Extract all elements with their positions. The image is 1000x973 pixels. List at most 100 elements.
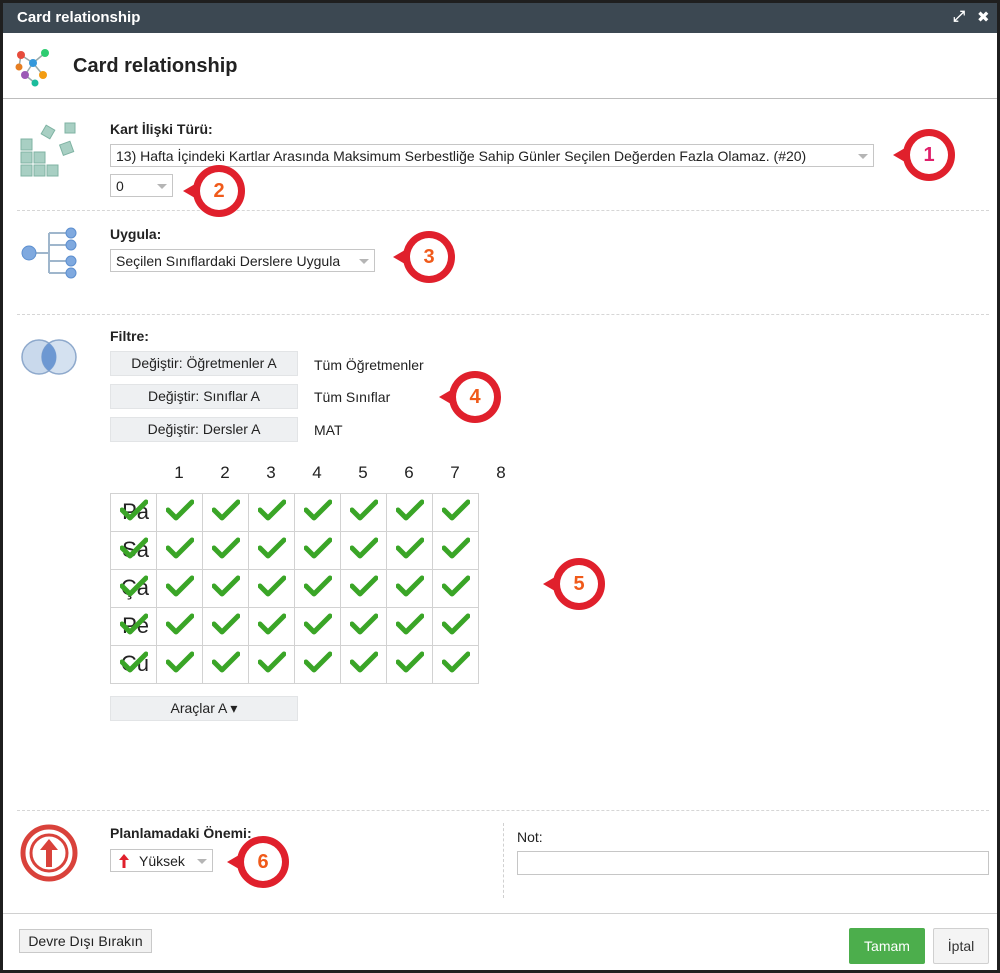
grid-cell[interactable] bbox=[248, 531, 295, 570]
checkmark-icon bbox=[395, 651, 424, 673]
note-label: Not: bbox=[517, 829, 543, 845]
relation-value-select[interactable]: 0 bbox=[110, 174, 173, 197]
grid-cell[interactable] bbox=[294, 645, 341, 684]
callout-number: 5 bbox=[560, 565, 598, 603]
callout-number: 3 bbox=[410, 238, 448, 276]
grid-cell[interactable] bbox=[340, 569, 387, 608]
callout-number: 2 bbox=[200, 172, 238, 210]
grid-cell[interactable] bbox=[156, 607, 203, 646]
callout-pointer bbox=[543, 577, 555, 591]
checkmark-icon bbox=[211, 613, 240, 635]
filter-label: Filtre: bbox=[110, 328, 149, 344]
checkmark-icon bbox=[257, 651, 286, 673]
ok-button[interactable]: Tamam bbox=[849, 928, 925, 964]
checkmark-icon bbox=[395, 537, 424, 559]
grid-cell[interactable] bbox=[156, 645, 203, 684]
checkmark-icon bbox=[165, 575, 194, 597]
arrow-up-icon bbox=[20, 824, 78, 882]
checkmark-icon bbox=[119, 537, 148, 559]
arrow-up-icon bbox=[119, 854, 129, 868]
grid-cell[interactable] bbox=[386, 531, 433, 570]
grid-column-header: 2 bbox=[220, 463, 230, 482]
grid-cell[interactable] bbox=[202, 531, 249, 570]
grid-cell[interactable] bbox=[340, 607, 387, 646]
grid-cell[interactable] bbox=[432, 607, 479, 646]
grid-row bbox=[110, 645, 479, 684]
grid-cell[interactable] bbox=[110, 493, 157, 532]
grid-cell[interactable] bbox=[294, 607, 341, 646]
checkmark-icon bbox=[165, 651, 194, 673]
grid-cell[interactable] bbox=[432, 493, 479, 532]
grid-column-header: 1 bbox=[174, 463, 184, 482]
tools-menu-button[interactable]: Araçlar A ▾ bbox=[110, 696, 298, 721]
tree-branch-icon bbox=[21, 227, 77, 279]
callout-badge-2: 2 bbox=[183, 165, 245, 217]
grid-cell[interactable] bbox=[110, 607, 157, 646]
grid-cell[interactable] bbox=[156, 493, 203, 532]
grid-cell[interactable] bbox=[386, 569, 433, 608]
checkmark-icon bbox=[165, 537, 194, 559]
relation-value: 0 bbox=[116, 178, 124, 194]
chevron-down-icon bbox=[359, 259, 369, 264]
cancel-button[interactable]: İptal bbox=[933, 928, 989, 964]
grid-cell[interactable] bbox=[340, 531, 387, 570]
grid-cell[interactable] bbox=[432, 569, 479, 608]
grid-cell[interactable] bbox=[386, 645, 433, 684]
classes-filter-value: Tüm Sınıflar bbox=[314, 389, 391, 405]
importance-select[interactable]: Yüksek bbox=[110, 849, 213, 872]
grid-column-header: 7 bbox=[450, 463, 460, 482]
grid-cell[interactable] bbox=[294, 531, 341, 570]
close-icon[interactable]: ✖ bbox=[977, 8, 990, 26]
grid-column-header: 6 bbox=[404, 463, 414, 482]
grid-cell[interactable] bbox=[110, 531, 157, 570]
change-subjects-button[interactable]: Değiştir: Dersler A bbox=[110, 417, 298, 442]
grid-cell[interactable] bbox=[156, 531, 203, 570]
card-relationship-dialog: Card relationship ⤢ ✖ Card relationship bbox=[0, 0, 1000, 973]
chevron-down-icon bbox=[157, 184, 167, 189]
grid-cell[interactable] bbox=[386, 607, 433, 646]
grid-cell[interactable] bbox=[248, 645, 295, 684]
grid-cell[interactable] bbox=[432, 531, 479, 570]
grid-column-header: 4 bbox=[312, 463, 322, 482]
relation-type-select[interactable]: 13) Hafta İçindeki Kartlar Arasında Maks… bbox=[110, 144, 874, 167]
grid-cell[interactable] bbox=[202, 569, 249, 608]
day-period-grid bbox=[110, 493, 479, 684]
change-teachers-button[interactable]: Değiştir: Öğretmenler A bbox=[110, 351, 298, 376]
grid-cell[interactable] bbox=[248, 493, 295, 532]
checkmark-icon bbox=[395, 613, 424, 635]
checkmark-icon bbox=[303, 613, 332, 635]
disable-button[interactable]: Devre Dışı Bırakın bbox=[19, 929, 152, 953]
grid-cell[interactable] bbox=[156, 569, 203, 608]
grid-cell[interactable] bbox=[202, 607, 249, 646]
checkmark-icon bbox=[441, 499, 470, 521]
vertical-divider bbox=[503, 823, 504, 898]
grid-cell[interactable] bbox=[248, 569, 295, 608]
grid-cell[interactable] bbox=[110, 569, 157, 608]
checkmark-icon bbox=[211, 651, 240, 673]
callout-badge-3: 3 bbox=[393, 231, 455, 283]
grid-row bbox=[110, 531, 479, 570]
checkmark-icon bbox=[395, 575, 424, 597]
section-divider bbox=[17, 314, 989, 315]
grid-cell[interactable] bbox=[294, 569, 341, 608]
callout-pointer bbox=[393, 250, 405, 264]
checkmark-icon bbox=[257, 537, 286, 559]
change-classes-button[interactable]: Değiştir: Sınıflar A bbox=[110, 384, 298, 409]
maximize-icon[interactable]: ⤢ bbox=[953, 8, 965, 25]
checkmark-icon bbox=[119, 499, 148, 521]
chevron-down-icon bbox=[197, 859, 207, 864]
note-input[interactable] bbox=[517, 851, 989, 875]
grid-cell[interactable] bbox=[340, 493, 387, 532]
grid-cell[interactable] bbox=[202, 645, 249, 684]
apply-select[interactable]: Seçilen Sınıflardaki Derslere Uygula bbox=[110, 249, 375, 272]
grid-cell[interactable] bbox=[202, 493, 249, 532]
section-divider bbox=[17, 810, 989, 811]
grid-cell[interactable] bbox=[432, 645, 479, 684]
grid-cell[interactable] bbox=[340, 645, 387, 684]
grid-cell[interactable] bbox=[110, 645, 157, 684]
grid-cell[interactable] bbox=[248, 607, 295, 646]
grid-cell[interactable] bbox=[294, 493, 341, 532]
checkmark-icon bbox=[349, 499, 378, 521]
window-titlebar[interactable]: Card relationship ⤢ ✖ bbox=[3, 3, 997, 33]
grid-cell[interactable] bbox=[386, 493, 433, 532]
